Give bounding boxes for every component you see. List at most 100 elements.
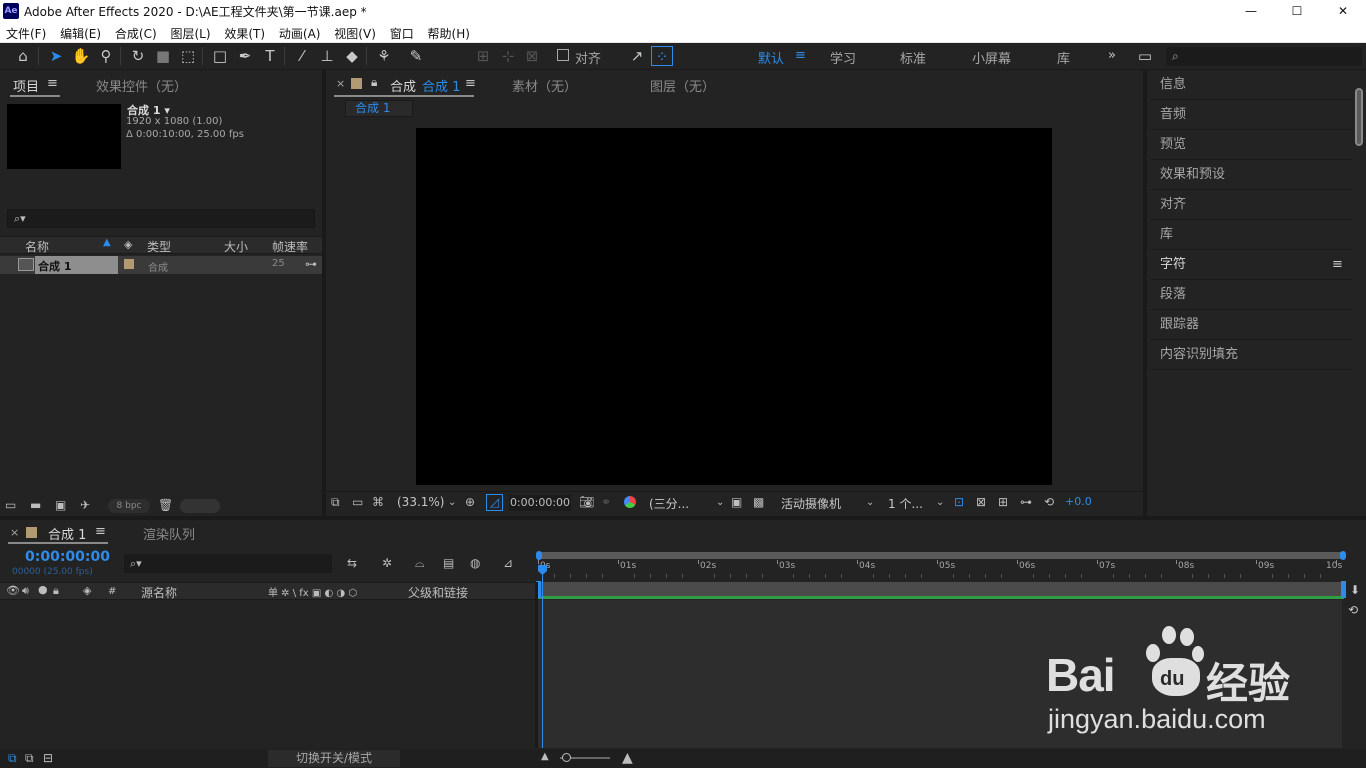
label-tag-icon[interactable]: ◈ xyxy=(83,584,91,597)
workspace-menu-icon[interactable]: ≡ xyxy=(795,48,806,63)
snap-options-icon[interactable]: ⁘ xyxy=(651,46,673,66)
menu-file[interactable]: 文件(F) xyxy=(0,22,50,42)
comp-button-icon[interactable]: ⟲ xyxy=(1348,603,1358,617)
switches-header[interactable]: 单 ✲ \ fx ▣ ◐ ◑ ⬡ xyxy=(268,584,357,599)
local-axis-icon[interactable]: ⊞ xyxy=(472,46,494,66)
comp-marker-bin-icon[interactable]: ⬇ xyxy=(1350,583,1360,597)
show-snapshot-icon[interactable]: ⚭ xyxy=(601,495,611,509)
chevron-down-icon[interactable]: ⌄ xyxy=(936,497,944,508)
column-parent-link[interactable]: 父级和链接 xyxy=(408,584,468,601)
monitor-icon[interactable]: ▭ xyxy=(352,495,363,509)
shy-layers-icon[interactable]: ⌓ xyxy=(415,556,425,571)
new-folder-icon[interactable]: ▬ xyxy=(30,498,41,512)
chevron-down-icon[interactable]: ⌄ xyxy=(866,497,874,508)
roto-brush-tool-icon[interactable]: ⚘ xyxy=(373,46,395,66)
timeline-current-time[interactable]: 0:00:00:00 xyxy=(25,549,110,565)
transparency-grid-icon[interactable]: ◿ xyxy=(486,494,503,511)
clone-stamp-tool-icon[interactable]: ⊥ xyxy=(316,46,338,66)
draft-3d-icon[interactable]: ⊡ xyxy=(954,495,964,509)
camera-tool-icon[interactable]: ■ xyxy=(152,46,174,66)
label-tag-icon[interactable]: ◈ xyxy=(124,238,132,251)
type-tool-icon[interactable]: T xyxy=(259,46,281,66)
time-ruler[interactable]: 0s01s02s03s04s05s06s07s08s09s10s xyxy=(538,560,1344,580)
exposure-value[interactable]: +0.0 xyxy=(1065,495,1092,508)
chevron-down-icon[interactable]: ⌄ xyxy=(448,497,456,508)
workspace-small-screen[interactable]: 小屏幕 xyxy=(972,48,1011,67)
audio-icon[interactable]: 🔊︎ xyxy=(22,584,29,598)
column-name[interactable]: 名称 xyxy=(25,238,49,255)
composition-canvas[interactable] xyxy=(416,128,1052,485)
tab-timeline-comp[interactable]: 合成 1 xyxy=(48,524,86,543)
panel-character[interactable]: 字符 xyxy=(1150,250,1352,280)
playhead-line[interactable] xyxy=(542,575,543,748)
video-visibility-icon[interactable]: 👁︎ xyxy=(6,584,20,597)
world-axis-icon[interactable]: ⊹ xyxy=(497,46,519,66)
scrollbar[interactable] xyxy=(1355,88,1363,146)
motion-blur-icon[interactable]: ◍ xyxy=(470,556,480,570)
panel-info[interactable]: 信息 xyxy=(1150,70,1352,100)
navigator-end-handle[interactable] xyxy=(1340,551,1346,560)
chevron-down-icon[interactable]: ⌄ xyxy=(716,497,724,508)
panel-menu-icon[interactable]: ≡ xyxy=(47,76,58,91)
menu-layer[interactable]: 图层(L) xyxy=(164,22,214,42)
project-search-input[interactable]: ⌕▾ xyxy=(7,209,315,228)
panel-audio[interactable]: 音频 xyxy=(1150,100,1352,130)
lock-icon[interactable]: 🔒︎ xyxy=(53,584,59,598)
lock-icon[interactable]: 🔒︎ xyxy=(371,75,377,90)
hand-tool-icon[interactable]: ✋ xyxy=(70,46,92,66)
snap-toggle-icon[interactable]: ↗ xyxy=(626,46,648,66)
panel-libraries[interactable]: 库 xyxy=(1150,220,1352,250)
fast-previews-icon[interactable]: ⊠ xyxy=(976,495,986,509)
time-navigator-bar[interactable] xyxy=(538,552,1344,559)
region-of-interest-icon[interactable]: ▣ xyxy=(731,495,742,509)
zoom-in-icon[interactable]: ▲ xyxy=(622,750,633,766)
navigator-start-handle[interactable] xyxy=(536,551,542,560)
in-out-pane-icon[interactable]: ⊟ xyxy=(43,751,53,765)
panel-paragraph[interactable]: 段落 xyxy=(1150,280,1352,310)
close-button[interactable]: ✕ xyxy=(1320,0,1366,22)
always-preview-icon[interactable]: ⧉ xyxy=(331,495,340,510)
tab-comp-name[interactable]: 合成 1 xyxy=(422,76,460,95)
column-layer-number[interactable]: # xyxy=(108,586,116,597)
transfer-controls-pane-icon[interactable]: ⧉ xyxy=(25,751,34,766)
close-tab-icon[interactable]: × xyxy=(10,526,19,539)
panel-effects-presets[interactable]: 效果和预设 xyxy=(1150,160,1352,190)
column-size[interactable]: 大小 xyxy=(224,238,248,255)
sync-settings-icon[interactable]: ▭ xyxy=(1134,46,1156,66)
flowchart-icon[interactable]: ⊶ xyxy=(1020,495,1032,509)
menu-animation[interactable]: 动画(A) xyxy=(273,22,325,42)
draft-3d-toggle-icon[interactable]: ✲ xyxy=(382,556,392,570)
menu-window[interactable]: 窗口 xyxy=(384,22,418,42)
mask-visibility-icon[interactable]: ⌘ xyxy=(372,495,384,509)
column-type[interactable]: 类型 xyxy=(147,238,171,255)
timeline-icon[interactable]: ⊞ xyxy=(998,495,1008,509)
column-fps[interactable]: 帧速率 xyxy=(272,238,308,255)
maximize-button[interactable]: ☐ xyxy=(1274,0,1320,22)
panel-menu-icon[interactable]: ≡ xyxy=(465,76,476,91)
brush-tool-icon[interactable]: ⁄ xyxy=(291,46,313,66)
current-time-field[interactable]: 0:00:00:00 xyxy=(509,495,571,511)
menu-effect[interactable]: 效果(T) xyxy=(218,22,269,42)
selection-tool-icon[interactable]: ➤ xyxy=(45,46,67,66)
panel-preview[interactable]: 预览 xyxy=(1150,130,1352,160)
work-area-range[interactable] xyxy=(538,596,1344,599)
more-workspaces-icon[interactable]: » xyxy=(1108,48,1116,63)
view-axis-icon[interactable]: ⊠ xyxy=(521,46,543,66)
tab-project[interactable]: 项目 xyxy=(13,76,39,95)
zoom-out-icon[interactable]: ▲ xyxy=(541,751,549,762)
solo-icon[interactable]: ● xyxy=(38,583,48,596)
menu-view[interactable]: 视图(V) xyxy=(328,22,380,42)
toggle-transparency-icon[interactable]: ▩ xyxy=(753,495,764,509)
pen-tool-icon[interactable]: ✒ xyxy=(234,46,256,66)
layer-switches-pane-icon[interactable]: ⧉ xyxy=(8,751,17,766)
column-divider[interactable] xyxy=(535,582,538,748)
camera-dropdown[interactable]: 活动摄像机 xyxy=(781,495,841,512)
close-tab-icon[interactable]: × xyxy=(336,77,345,90)
item-name[interactable]: 合成 1 xyxy=(38,258,71,274)
eraser-tool-icon[interactable]: ◆ xyxy=(341,46,363,66)
comp-breadcrumb[interactable]: 合成 1 xyxy=(345,100,413,117)
tab-layer[interactable]: 图层（无） xyxy=(650,76,715,95)
timeline-search-input[interactable]: ⌕▾ xyxy=(124,554,332,573)
resolution-dropdown[interactable]: (三分... xyxy=(649,495,689,512)
frame-blending-icon[interactable]: ▤ xyxy=(443,556,454,570)
